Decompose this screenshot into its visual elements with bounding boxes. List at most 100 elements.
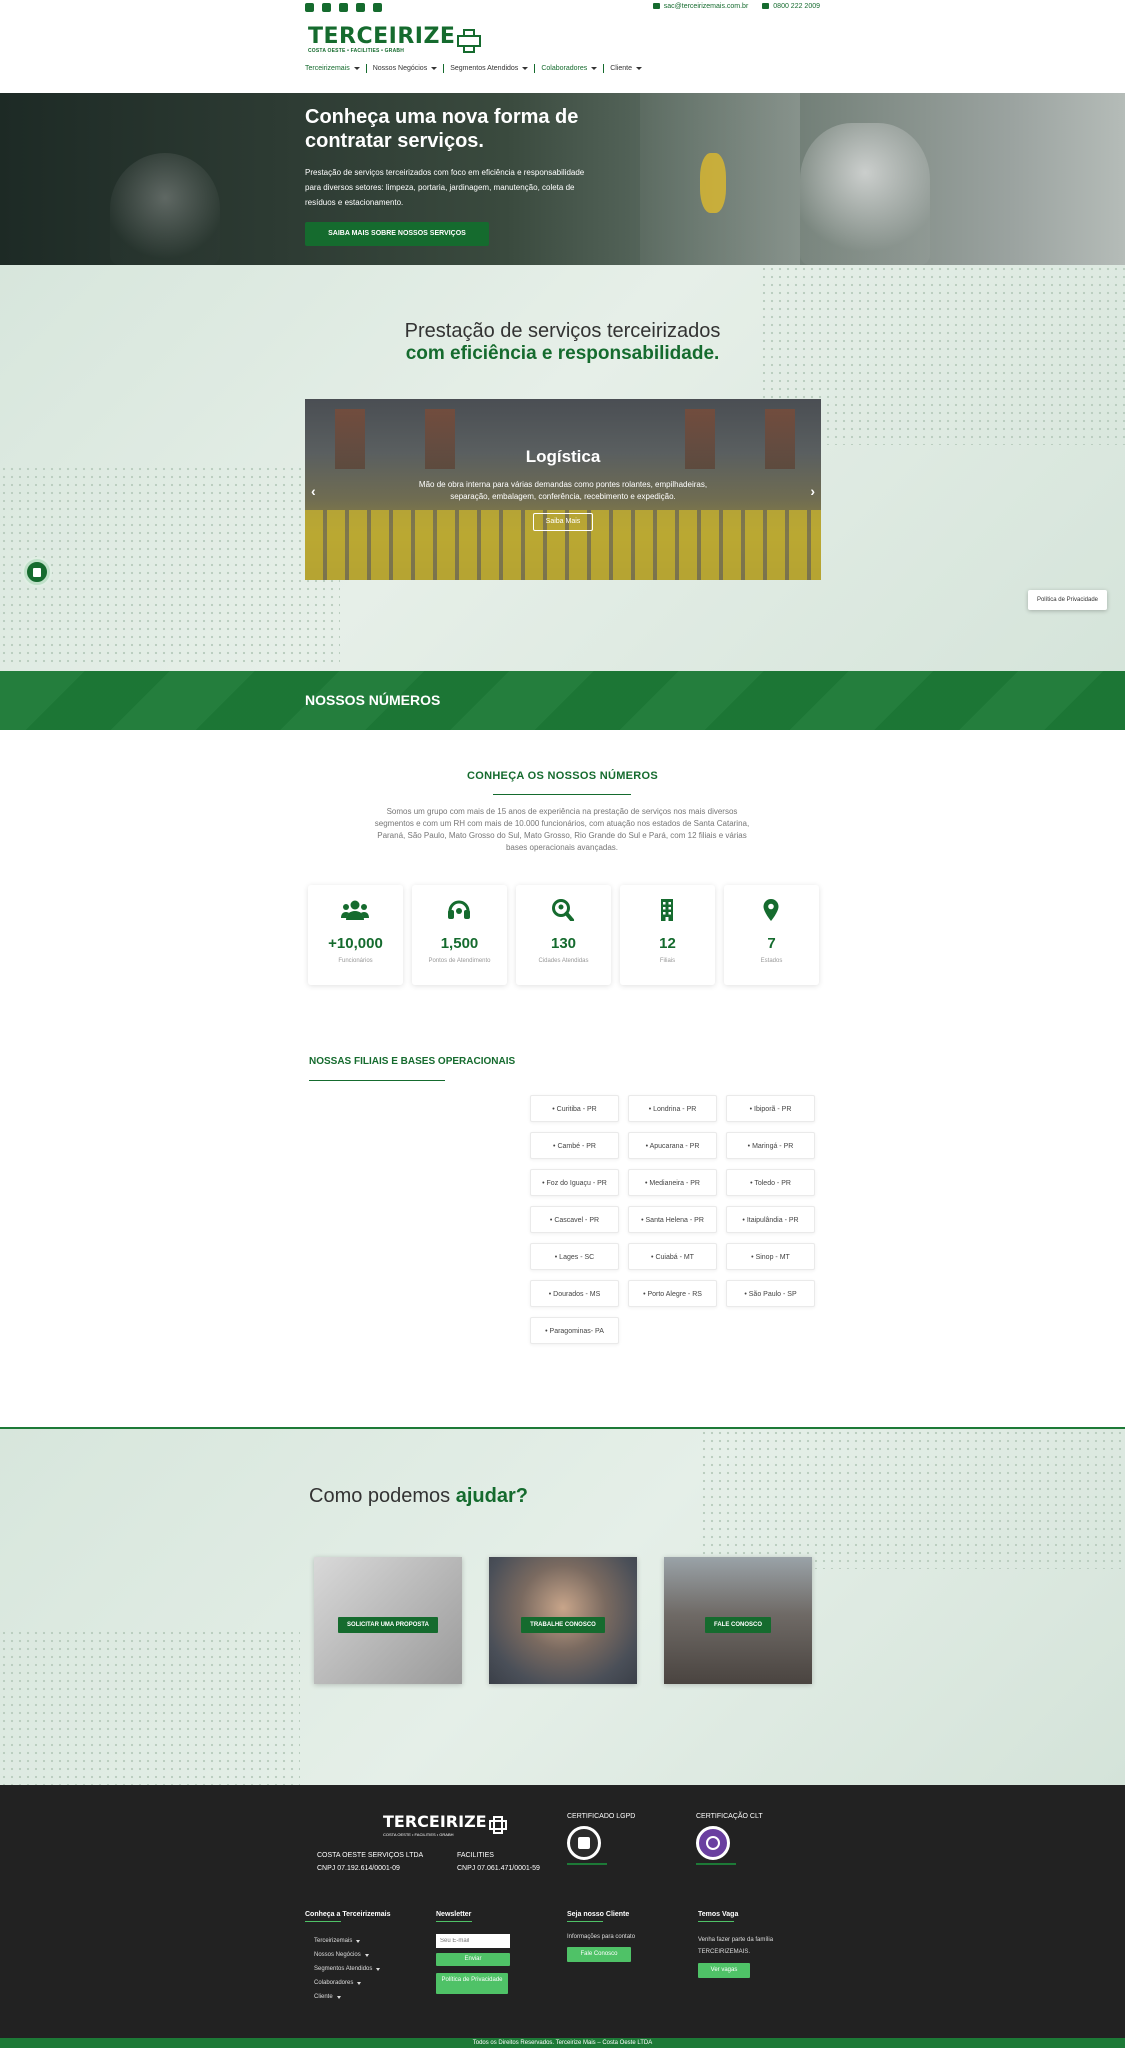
facebook-icon[interactable] xyxy=(305,3,314,12)
caret-down-icon xyxy=(356,1939,361,1943)
hero-cta-button[interactable]: SAIBA MAIS SOBRE NOSSOS SERVIÇOS xyxy=(305,222,489,246)
band-pattern xyxy=(0,671,1125,730)
envelope-icon xyxy=(652,3,660,10)
floating-form-button[interactable] xyxy=(24,559,50,585)
building-icon xyxy=(661,899,673,921)
nav-divider xyxy=(443,64,445,73)
lgpd-badge-icon xyxy=(567,1826,601,1860)
footer-link-segmentos[interactable]: Segmentos Atendidos xyxy=(314,1962,390,1976)
stat-card: +10,000 Funcionários xyxy=(308,885,403,985)
hero-banner: Conheça uma nova forma de contratar serv… xyxy=(0,93,1125,265)
plus-icon xyxy=(488,1815,507,1834)
services-heading-strong: com eficiência e responsabilidade. xyxy=(405,343,720,364)
city-item: • São Paulo - SP xyxy=(726,1280,815,1307)
top-bar: sac@terceirizemais.com.br 0800 222 2009 xyxy=(0,0,1125,16)
footer-col-about: Conheça a Terceirizemais Terceirizemais … xyxy=(305,1911,390,2004)
services-section: Prestação de serviços terceirizados com … xyxy=(0,265,1125,671)
city-item: • Curitiba - PR xyxy=(530,1095,619,1122)
caret-down-icon xyxy=(431,67,438,70)
nav-item-segmentos[interactable]: Segmentos Atendidos xyxy=(450,65,529,72)
youtube-icon[interactable] xyxy=(356,3,365,12)
document-icon xyxy=(33,568,41,577)
work-with-us-button[interactable]: TRABALHE CONOSCO xyxy=(521,1617,605,1633)
footer-link-terceirizemais[interactable]: Terceirizemais xyxy=(314,1934,390,1948)
footer-col-newsletter: Newsletter Enviar Política de Privacidad… xyxy=(436,1911,510,1994)
hero-title: Conheça uma nova forma de contratar serv… xyxy=(305,106,579,152)
linkedin-icon[interactable] xyxy=(339,3,348,12)
city-item: • Porto Alegre - RS xyxy=(628,1280,717,1307)
proposal-card[interactable]: SOLICITAR UMA PROPOSTA xyxy=(314,1557,462,1684)
footer: TERCEIRIZE COSTA OESTE • FACILITIES • GR… xyxy=(0,1785,1125,2038)
stat-card: 1,500 Pontos de Atendimento xyxy=(412,885,507,985)
title-underline xyxy=(309,1080,445,1081)
newsletter-send-button[interactable]: Enviar xyxy=(436,1953,510,1966)
stats-row: +10,000 Funcionários 1,500 Pontos de Ate… xyxy=(308,885,819,985)
email-link[interactable]: sac@terceirizemais.com.br xyxy=(652,3,748,10)
footer-link-colaboradores[interactable]: Colaboradores xyxy=(314,1976,390,1990)
slide-more-button[interactable]: Saiba Mais xyxy=(533,513,593,531)
contact-button[interactable]: FALE CONOSCO xyxy=(704,1617,771,1633)
site-logo[interactable]: TERCEIRIZE COSTA OESTE • FACILITIES • GR… xyxy=(308,24,482,54)
company-info-1: COSTA OESTE SERVIÇOS LTDA CNPJ 07.192.61… xyxy=(317,1852,424,1872)
nav-divider xyxy=(603,64,605,73)
city-item: • Lages - SC xyxy=(530,1243,619,1270)
city-item: • Apucarana - PR xyxy=(628,1132,717,1159)
city-item: • Santa Helena - PR xyxy=(628,1206,717,1233)
city-item: • Sinop - MT xyxy=(726,1243,815,1270)
stat-card: 12 Filiais xyxy=(620,885,715,985)
caret-down-icon xyxy=(357,1981,362,1985)
newsletter-email-input[interactable] xyxy=(436,1934,510,1948)
numbers-band: NOSSOS NÚMEROS xyxy=(0,671,1125,730)
nav-divider xyxy=(365,64,367,73)
caret-down-icon xyxy=(376,1967,381,1971)
instagram-icon[interactable] xyxy=(322,3,331,12)
chevron-right-icon[interactable]: › xyxy=(810,483,815,499)
contact-info: sac@terceirizemais.com.br 0800 222 2009 xyxy=(652,3,820,10)
nav-item-terceirizemais[interactable]: Terceirizemais xyxy=(305,65,360,72)
nav-item-cliente[interactable]: Cliente xyxy=(610,65,643,72)
hero-background-detail xyxy=(700,153,726,213)
title-underline xyxy=(493,794,631,795)
footer-logo[interactable]: TERCEIRIZE COSTA OESTE • FACILITIES • GR… xyxy=(383,1812,507,1837)
stat-card: 7 Estados xyxy=(724,885,819,985)
city-item: • Londrina - PR xyxy=(628,1095,717,1122)
lgpd-certificate: CERTIFICADO LGPD xyxy=(567,1813,635,1865)
filiais-title: NOSSAS FILIAIS E BASES OPERACIONAIS xyxy=(309,1056,516,1067)
social-links xyxy=(305,3,382,12)
plus-icon xyxy=(457,28,482,53)
hero-background-worker xyxy=(110,153,220,265)
cities-grid: • Curitiba - PR • Londrina - PR • Ibipor… xyxy=(530,1095,815,1344)
city-item: • Ibiporã - PR xyxy=(726,1095,815,1122)
clt-badge-icon xyxy=(696,1826,730,1860)
nav-item-nossos-negocios[interactable]: Nossos Negócios xyxy=(373,65,438,72)
footer-link-negocios[interactable]: Nossos Negócios xyxy=(314,1948,390,1962)
city-item: • Medianeira - PR xyxy=(628,1169,717,1196)
footer-link-cliente[interactable]: Cliente xyxy=(314,1990,390,2004)
contact-us-button[interactable]: Fale Conosco xyxy=(567,1947,631,1962)
help-cards: SOLICITAR UMA PROPOSTA TRABALHE CONOSCO … xyxy=(314,1557,812,1684)
hero-background-worker xyxy=(800,123,930,265)
work-with-us-card[interactable]: TRABALHE CONOSCO xyxy=(489,1557,637,1684)
privacy-policy-button[interactable]: Política de Privacidade xyxy=(436,1973,508,1994)
nav-item-colaboradores[interactable]: Colaboradores xyxy=(541,65,598,72)
privacy-policy-tab[interactable]: Política de Privacidade xyxy=(1028,590,1107,610)
view-jobs-button[interactable]: Ver vagas xyxy=(698,1963,750,1978)
caret-down-icon xyxy=(591,67,598,70)
nav-divider xyxy=(534,64,536,73)
slide-description: Mão de obra interna para várias demandas… xyxy=(418,480,708,501)
chevron-left-icon[interactable]: ‹ xyxy=(311,483,316,499)
city-item: • Maringá - PR xyxy=(726,1132,815,1159)
city-item: • Toledo - PR xyxy=(726,1169,815,1196)
phone-link[interactable]: 0800 222 2009 xyxy=(762,3,820,10)
contact-card[interactable]: FALE CONOSCO xyxy=(664,1557,812,1684)
proposal-button[interactable]: SOLICITAR UMA PROPOSTA xyxy=(338,1617,438,1633)
caret-down-icon xyxy=(636,67,643,70)
caret-down-icon xyxy=(336,1995,341,1999)
services-carousel[interactable]: Logística Mão de obra interna para vária… xyxy=(305,399,821,580)
company-info-2: FACILITIES CNPJ 07.061.471/0001-59 xyxy=(457,1852,540,1872)
numbers-description: Somos um grupo com mais de 15 anos de ex… xyxy=(374,807,750,852)
numbers-title: CONHEÇA OS NOSSOS NÚMEROS xyxy=(466,770,659,782)
main-nav: Terceirizemais Nossos Negócios Segmentos… xyxy=(305,64,643,73)
whatsapp-icon[interactable] xyxy=(373,3,382,12)
hero-text: Prestação de serviços terceirizados com … xyxy=(305,168,585,207)
